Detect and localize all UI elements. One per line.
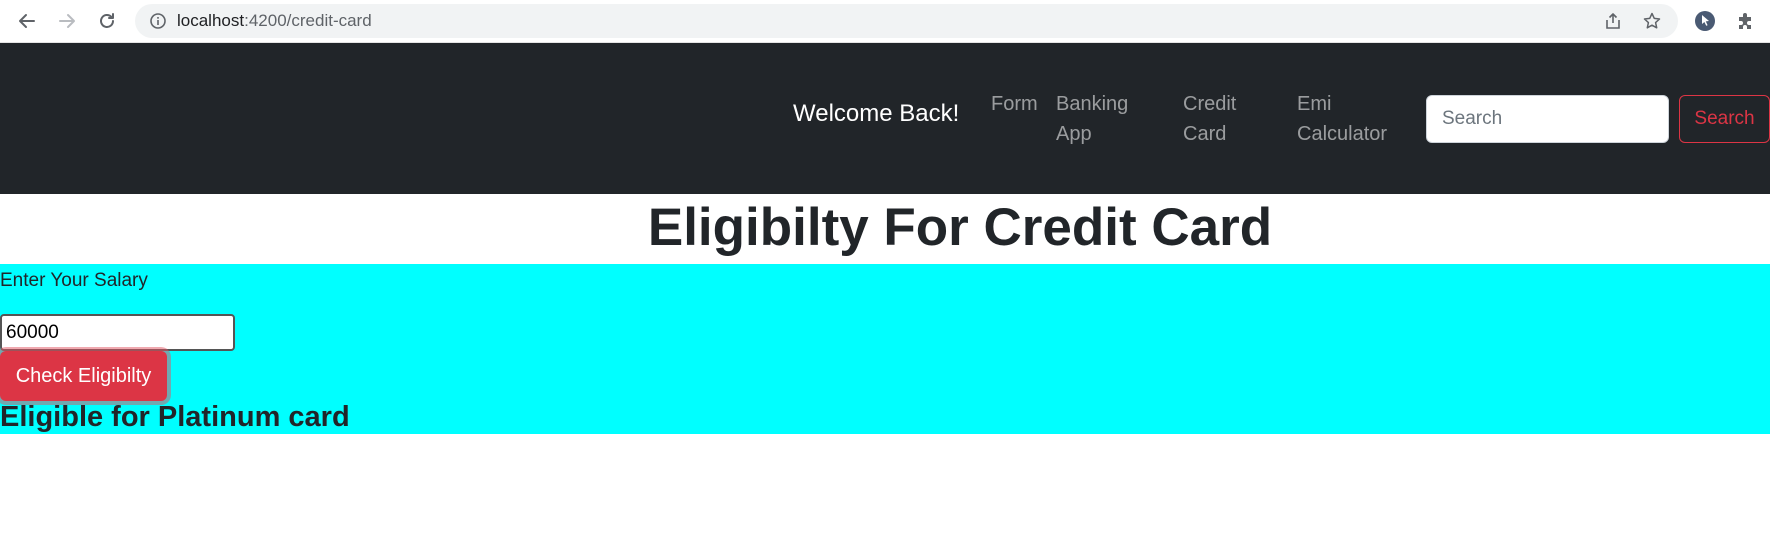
extension-cursor-icon[interactable] [1694, 10, 1716, 32]
salary-label: Enter Your Salary [0, 270, 148, 291]
nav-link-form[interactable]: Form [991, 89, 1038, 119]
browser-toolbar: localhost:4200/credit-card [0, 0, 1770, 43]
bookmark-star-icon[interactable] [1642, 11, 1662, 31]
url-host: localhost [177, 11, 245, 30]
navbar: Welcome Back! Form Banking App Credit Ca… [0, 43, 1770, 194]
forward-button[interactable] [52, 6, 82, 36]
nav-link-credit-card[interactable]: Credit Card [1183, 89, 1273, 149]
share-icon[interactable] [1603, 11, 1623, 31]
eligibility-result: Eligible for Platinum card [0, 401, 350, 433]
arrow-right-icon [59, 14, 75, 28]
arrow-left-icon [19, 14, 35, 28]
navbar-brand[interactable]: Welcome Back! [793, 100, 959, 128]
reload-button[interactable] [92, 6, 122, 36]
reload-icon [100, 13, 114, 28]
nav-link-banking-app[interactable]: Banking App [1056, 89, 1166, 149]
address-bar[interactable]: localhost:4200/credit-card [135, 4, 1678, 38]
eligibility-panel: Enter Your Salary Check Eligibilty Eligi… [0, 264, 1770, 434]
salary-input[interactable] [0, 314, 235, 351]
check-eligibility-button[interactable]: Check Eligibilty [0, 351, 167, 401]
back-button[interactable] [12, 6, 42, 36]
page-title: Eligibilty For Credit Card [647, 198, 1273, 257]
nav-link-emi-calculator[interactable]: Emi Calculator [1297, 89, 1427, 149]
url-text[interactable]: localhost:4200/credit-card [177, 4, 372, 38]
search-input[interactable] [1426, 95, 1669, 143]
puzzle-icon[interactable] [1734, 10, 1756, 32]
search-button[interactable]: Search [1679, 95, 1770, 143]
info-icon[interactable] [149, 12, 167, 30]
url-path: :4200/credit-card [244, 11, 372, 30]
